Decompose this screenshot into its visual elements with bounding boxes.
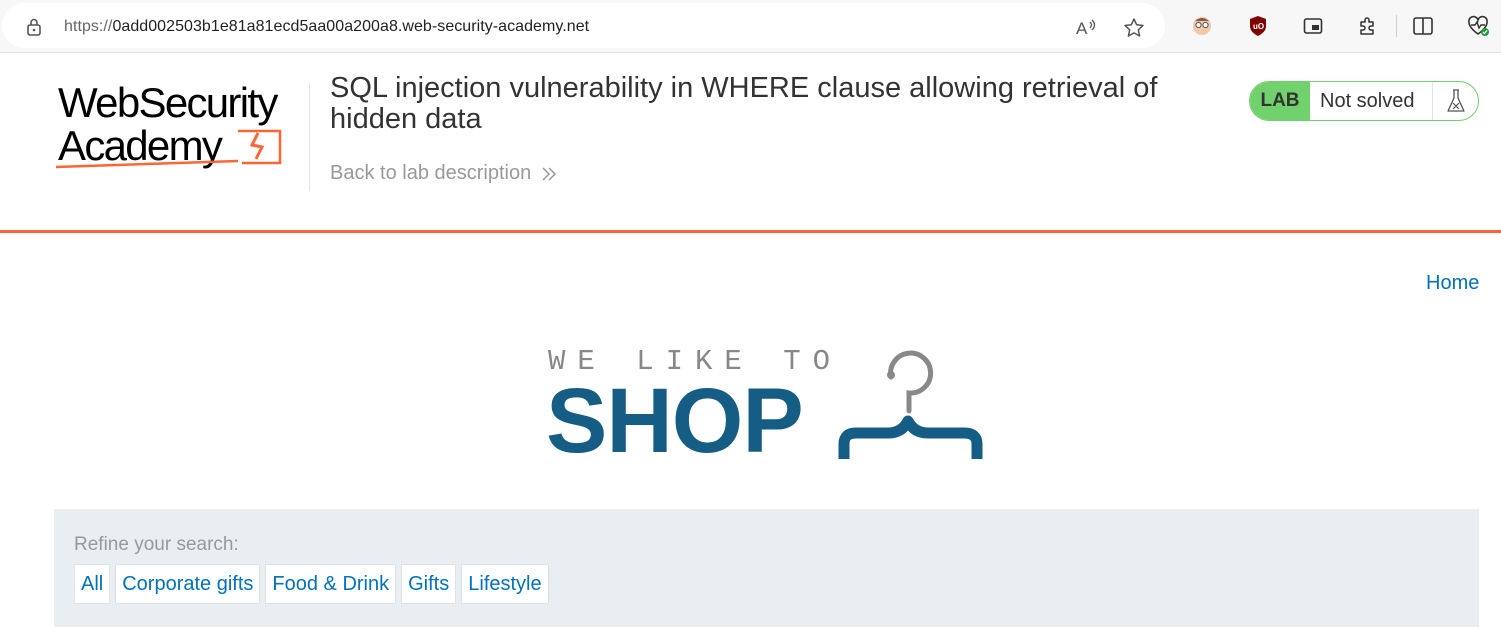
home-link[interactable]: Home [1426,272,1479,295]
flask-icon [1433,82,1478,120]
lab-title: SQL injection vulnerability in WHERE cla… [330,72,1158,135]
extensions-puzzle-icon[interactable] [1356,14,1380,38]
read-aloud-icon[interactable]: A [1075,17,1097,39]
shop-logo: WE LIKE TO SHOP [546,345,986,472]
filter-panel: Refine your search: All Corporate gifts … [54,509,1479,627]
back-to-lab-description-link[interactable]: Back to lab description [330,162,557,185]
picture-in-picture-icon[interactable] [1301,14,1325,38]
logo-accent-icon [56,129,282,169]
url-host: 0add002503b1e81a81ecd5aa00a200a8.web-sec… [112,18,590,35]
lab-status-widget: LAB Not solved [1249,81,1479,121]
svg-text:A: A [1076,19,1088,38]
filter-food-drink[interactable]: Food & Drink [265,564,397,604]
filter-all[interactable]: All [74,564,111,604]
svg-text:uO: uO [1253,22,1264,31]
url-text[interactable]: https://0add002503b1e81a81ecd5aa00a200a8… [64,18,589,36]
url-scheme: https:// [64,18,113,35]
shop-word: SHOP [546,370,804,472]
lab-badge: LAB [1250,82,1310,120]
back-link-label: Back to lab description [330,162,532,184]
extension-avatar-icon[interactable] [1190,14,1214,38]
ublock-icon[interactable]: uO [1246,14,1270,38]
address-bar[interactable]: https://0add002503b1e81a81ecd5aa00a200a8… [2,3,1165,48]
double-chevron-right-icon [542,166,557,181]
filter-lifestyle[interactable]: Lifestyle [461,564,549,604]
browser-essentials-icon[interactable] [1466,14,1490,38]
browser-toolbar: https://0add002503b1e81a81ecd5aa00a200a8… [0,0,1501,53]
favorite-star-icon[interactable] [1123,17,1145,39]
toolbar-separator [1396,15,1397,37]
filter-list: All Corporate gifts Food & Drink Gifts L… [74,564,549,604]
lab-status-text: Not solved [1310,82,1433,120]
split-screen-icon[interactable] [1411,14,1435,38]
filter-corporate-gifts[interactable]: Corporate gifts [115,564,261,604]
hanger-icon [838,350,983,459]
lock-icon[interactable] [26,18,42,36]
filter-gifts[interactable]: Gifts [401,564,457,604]
header-divider [309,83,310,191]
lab-header: WebSecurity Academy SQL injection vulner… [0,53,1501,233]
filter-label: Refine your search: [74,534,239,555]
web-security-academy-logo[interactable]: WebSecurity Academy [56,75,308,170]
